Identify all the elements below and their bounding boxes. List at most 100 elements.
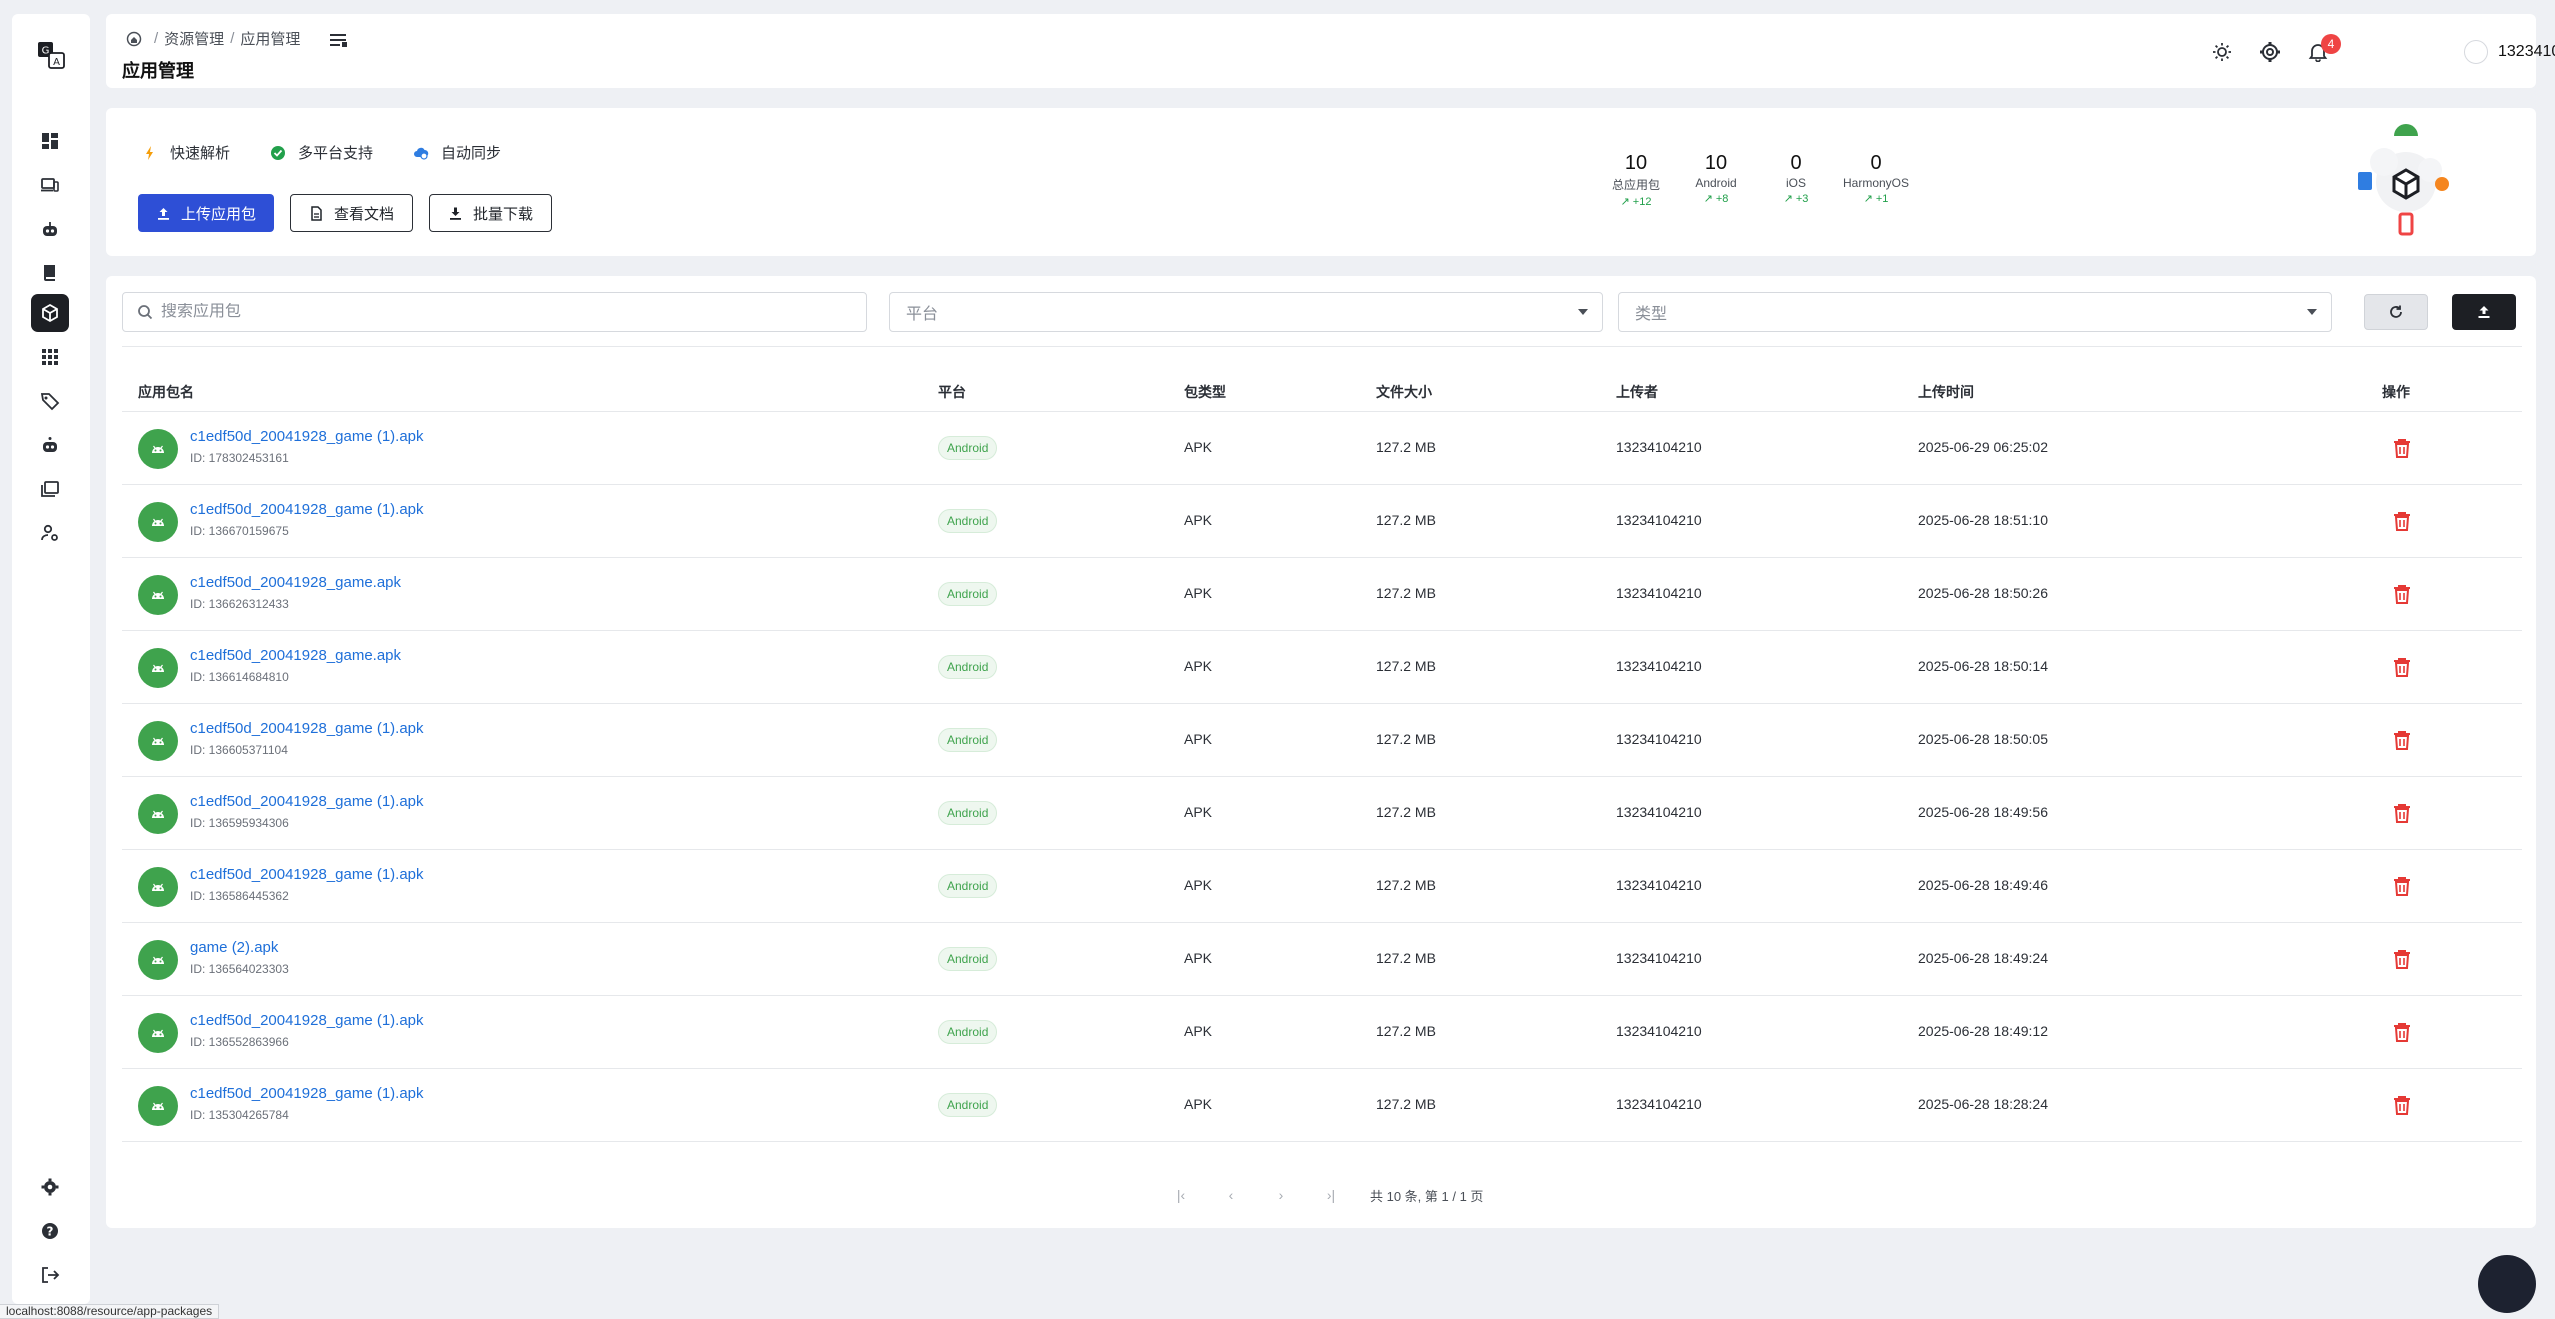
package-id: ID: 136614684810 bbox=[190, 670, 289, 684]
package-name-link[interactable]: c1edf50d_20041928_game (1).apk bbox=[190, 793, 424, 810]
home-icon[interactable] bbox=[126, 31, 142, 47]
bot-icon[interactable] bbox=[31, 426, 69, 464]
table-row: c1edf50d_20041928_game (1).apk ID: 135304… bbox=[122, 1069, 2522, 1142]
package-id: ID: 136552863966 bbox=[190, 1035, 289, 1049]
upload-icon bbox=[158, 207, 169, 220]
breadcrumb-item-resource[interactable]: 资源管理 bbox=[164, 28, 224, 49]
settings-icon[interactable] bbox=[2256, 38, 2284, 66]
stat-delta: ↗ +1 bbox=[1836, 192, 1916, 205]
table-row: c1edf50d_20041928_game.apk ID: 1366146848… bbox=[122, 631, 2522, 704]
last-page-button[interactable]: ›| bbox=[1320, 1184, 1342, 1206]
settings-gear-icon[interactable] bbox=[31, 1168, 69, 1206]
stat-delta-value: +3 bbox=[1795, 193, 1809, 205]
delete-trash-icon[interactable] bbox=[2392, 875, 2412, 897]
package-name-link[interactable]: c1edf50d_20041928_game (1).apk bbox=[190, 1085, 424, 1102]
check-circle-icon bbox=[271, 145, 286, 160]
delete-trash-icon[interactable] bbox=[2392, 1094, 2412, 1116]
package-name-link[interactable]: c1edf50d_20041928_game (1).apk bbox=[190, 501, 424, 518]
table-row: c1edf50d_20041928_game (1).apk ID: 136586… bbox=[122, 850, 2522, 923]
platform-select[interactable]: 平台 bbox=[889, 292, 1603, 332]
logout-icon[interactable] bbox=[31, 1256, 69, 1294]
file-size: 127.2 MB bbox=[1376, 512, 1436, 528]
package-name-link[interactable]: c1edf50d_20041928_game.apk bbox=[190, 647, 401, 664]
delete-trash-icon[interactable] bbox=[2392, 802, 2412, 824]
help-icon[interactable]: ? bbox=[31, 1212, 69, 1250]
gallery-icon[interactable] bbox=[31, 470, 69, 508]
upload-button[interactable] bbox=[2452, 294, 2516, 330]
search-input[interactable] bbox=[161, 303, 841, 321]
batch-download-button[interactable]: 批量下载 bbox=[429, 194, 553, 232]
theme-sun-icon[interactable] bbox=[2208, 38, 2236, 66]
package-name-link[interactable]: game (2).apk bbox=[190, 939, 278, 956]
platform-tag: Android bbox=[938, 801, 998, 825]
feature-fast-parse: 快速解析 bbox=[142, 142, 230, 163]
android-icon bbox=[138, 794, 178, 834]
upload-time: 2025-06-29 06:25:02 bbox=[1918, 439, 2048, 455]
upload-package-button[interactable]: 上传应用包 bbox=[138, 194, 275, 232]
platform-tag: Android bbox=[938, 947, 998, 971]
user-settings-icon[interactable] bbox=[31, 514, 69, 552]
android-icon bbox=[138, 867, 178, 907]
package-type: APK bbox=[1184, 1096, 1213, 1112]
table-row: c1edf50d_20041928_game (1).apk ID: 136552… bbox=[122, 996, 2522, 1069]
file-size: 127.2 MB bbox=[1376, 950, 1436, 966]
delete-trash-icon[interactable] bbox=[2392, 729, 2412, 751]
table-row: c1edf50d_20041928_game (1).apk ID: 136605… bbox=[122, 704, 2522, 777]
svg-text:?: ? bbox=[47, 1225, 54, 1239]
next-page-button[interactable]: › bbox=[1270, 1184, 1292, 1206]
stat-label: 总应用包 bbox=[1611, 178, 1660, 192]
stats-summary: 10 总应用包 ↗ +12 10 Android ↗ +8 0 iOS ↗ +3… bbox=[1596, 152, 1916, 208]
package-name-link[interactable]: c1edf50d_20041928_game (1).apk bbox=[190, 720, 424, 737]
package-name-link[interactable]: c1edf50d_20041928_game (1).apk bbox=[190, 866, 424, 883]
column-header-type: 包类型 bbox=[1184, 384, 1226, 400]
delete-trash-icon[interactable] bbox=[2392, 437, 2412, 459]
stat-delta: ↗ +12 bbox=[1596, 195, 1676, 208]
platform-tag: Android bbox=[938, 728, 998, 752]
package-id: ID: 136605371104 bbox=[190, 743, 288, 757]
book-icon[interactable] bbox=[31, 254, 69, 292]
delete-trash-icon[interactable] bbox=[2392, 948, 2412, 970]
uploader: 13234104210 bbox=[1616, 877, 1702, 893]
table-row: game (2).apk ID: 136564023303 Android APK 12… bbox=[122, 923, 2522, 996]
delete-trash-icon[interactable] bbox=[2392, 583, 2412, 605]
overview-card: 快速解析 多平台支持 自动同步 上传应用包 查看文档 批量下载 10 总应用包 … bbox=[106, 108, 2536, 256]
devices-icon[interactable] bbox=[31, 166, 69, 204]
delete-trash-icon[interactable] bbox=[2392, 656, 2412, 678]
uploader: 13234104210 bbox=[1616, 950, 1702, 966]
notification-badge: 4 bbox=[2321, 34, 2341, 54]
avatar bbox=[2464, 40, 2488, 64]
app-logo-icon[interactable]: GA bbox=[36, 40, 66, 70]
dashboard-icon[interactable] bbox=[31, 122, 69, 160]
delete-trash-icon[interactable] bbox=[2392, 1021, 2412, 1043]
uploader: 13234104210 bbox=[1616, 658, 1702, 674]
package-name-link[interactable]: c1edf50d_20041928_game (1).apk bbox=[190, 428, 424, 445]
table-row: c1edf50d_20041928_game.apk ID: 1366263124… bbox=[122, 558, 2522, 631]
user-menu[interactable]: 13234104210 bbox=[2464, 40, 2555, 64]
package-id: ID: 136626312433 bbox=[190, 597, 289, 611]
app-package-icon[interactable] bbox=[31, 294, 69, 332]
menu-toggle-icon[interactable] bbox=[326, 27, 352, 53]
package-list-card: 平台 类型 应用包名 平台 包类型 文件大小 上传者 上传时间 操作 c1edf… bbox=[106, 276, 2536, 1228]
robot-icon[interactable] bbox=[31, 210, 69, 248]
package-name-link[interactable]: c1edf50d_20041928_game (1).apk bbox=[190, 1012, 424, 1029]
tag-icon[interactable] bbox=[31, 382, 69, 420]
column-header-size: 文件大小 bbox=[1376, 384, 1432, 400]
type-select[interactable]: 类型 bbox=[1618, 292, 2332, 332]
package-name-link[interactable]: c1edf50d_20041928_game.apk bbox=[190, 574, 401, 591]
column-header-uploader: 上传者 bbox=[1616, 384, 1658, 400]
refresh-button[interactable] bbox=[2364, 294, 2428, 330]
uploader: 13234104210 bbox=[1616, 1023, 1702, 1039]
chat-fab-button[interactable] bbox=[2478, 1255, 2536, 1313]
lightning-icon bbox=[146, 145, 153, 160]
apps-grid-icon[interactable] bbox=[31, 338, 69, 376]
stat-total: 10 总应用包 ↗ +12 bbox=[1596, 152, 1676, 208]
android-icon bbox=[138, 429, 178, 469]
first-page-button[interactable]: |‹ bbox=[1170, 1184, 1192, 1206]
view-docs-button[interactable]: 查看文档 bbox=[290, 194, 414, 232]
android-icon bbox=[138, 575, 178, 615]
prev-page-button[interactable]: ‹ bbox=[1220, 1184, 1242, 1206]
column-header-time: 上传时间 bbox=[1918, 384, 1974, 400]
delete-trash-icon[interactable] bbox=[2392, 510, 2412, 532]
upload-time: 2025-06-28 18:50:05 bbox=[1918, 731, 2048, 747]
stat-delta-value: +1 bbox=[1875, 193, 1889, 205]
